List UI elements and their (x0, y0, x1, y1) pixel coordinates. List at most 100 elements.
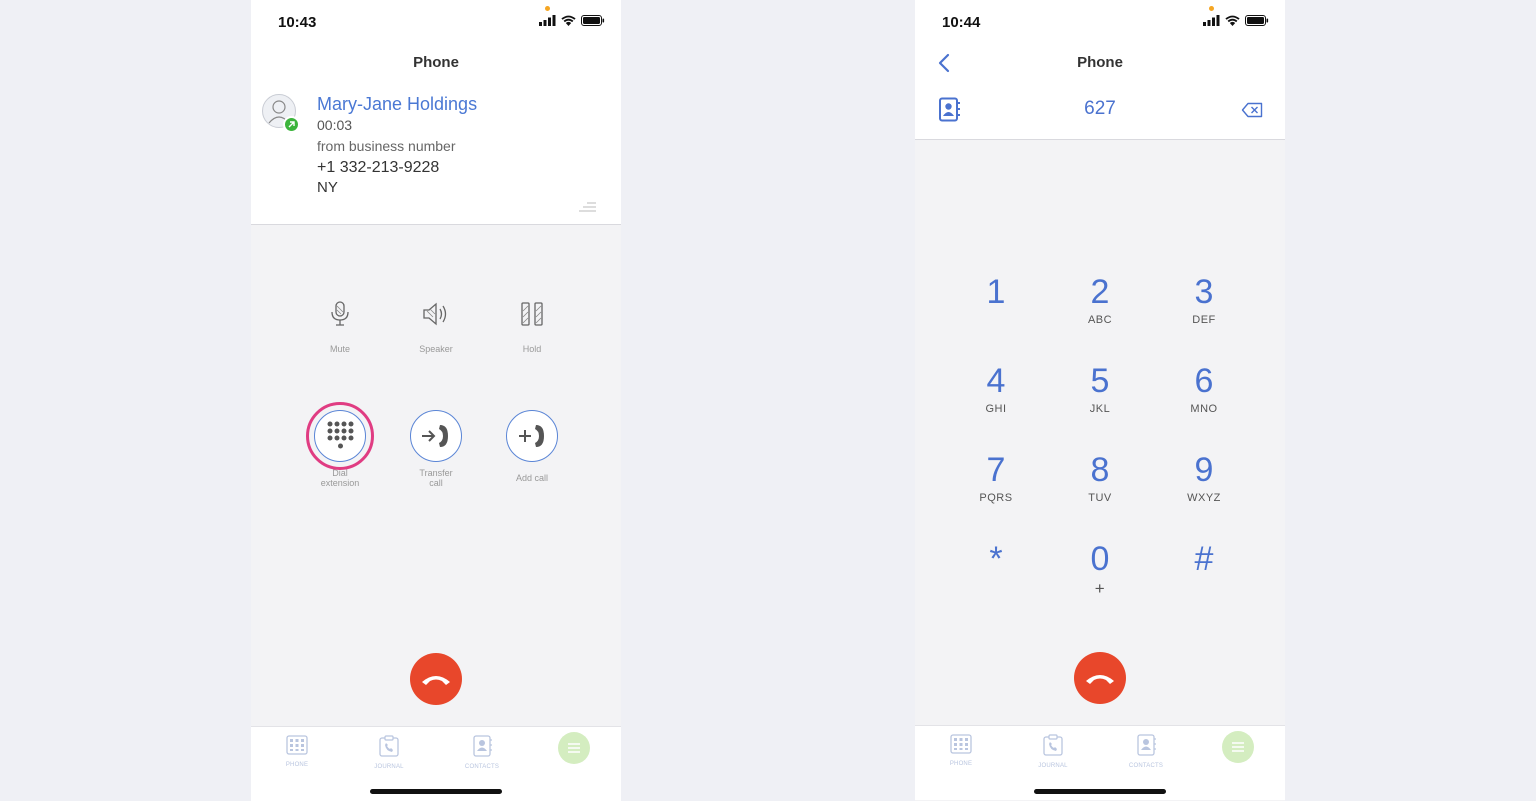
status-bar: 10:44 (915, 0, 1285, 42)
key-digit: 7 (986, 451, 1006, 489)
call-controls: Mute Speaker Hold (251, 294, 621, 354)
key-letters: TUV (1088, 492, 1112, 504)
dialpad-screen: 10:44 Phone 627 1 2 ABC 3 DEF 4 GHI 5 JKL 6 M… (915, 0, 1285, 801)
expand-handle-icon[interactable] (579, 202, 597, 212)
mute-label: Mute (329, 344, 350, 354)
call-source: from business number (317, 138, 456, 154)
signal-icon (1203, 15, 1220, 26)
battery-icon (581, 15, 605, 26)
add-call-action: Add call (484, 410, 580, 488)
call-info-card: Mary-Jane Holdings 00:03 from business n… (251, 84, 621, 225)
header: Phone (915, 42, 1285, 84)
tab-contacts-label: CONTACTS (464, 764, 500, 770)
hang-up-button[interactable] (1074, 652, 1126, 704)
key-letters: + (1094, 579, 1106, 598)
dialpad-grid-icon (286, 735, 308, 755)
dialed-number: 627 (1084, 98, 1116, 119)
add-call-icon (519, 425, 544, 447)
privacy-indicator-dot (1209, 6, 1214, 11)
dial-extension-action: Dial extension (292, 402, 388, 488)
status-bar: 10:43 (251, 0, 621, 42)
dial-extension-label-line2: extension (320, 478, 360, 488)
status-time: 10:43 (278, 14, 317, 31)
outgoing-call-badge (283, 116, 300, 133)
tab-phone[interactable]: PHONE (257, 735, 337, 768)
wifi-icon (561, 15, 576, 26)
hang-up-button[interactable] (410, 653, 462, 705)
page-title: Phone (413, 54, 459, 71)
key-star[interactable]: * (944, 539, 1048, 628)
transfer-call-button[interactable] (410, 410, 462, 462)
tab-phone[interactable]: PHONE (921, 734, 1001, 767)
add-call-label: Add call (515, 473, 549, 483)
transfer-call-icon (422, 425, 448, 447)
key-7[interactable]: 7 PQRS (944, 450, 1048, 539)
call-duration: 00:03 (317, 117, 353, 133)
header: Phone (251, 42, 621, 84)
key-digit: 0 (1090, 540, 1110, 578)
key-letters: WXYZ (1187, 492, 1221, 504)
key-5[interactable]: 5 JKL (1048, 361, 1152, 450)
dial-input[interactable]: 627 (915, 84, 1285, 140)
add-call-button[interactable] (506, 410, 558, 462)
key-9[interactable]: 9 WXYZ (1152, 450, 1256, 539)
key-letters: GHI (985, 403, 1007, 415)
key-digit: * (989, 540, 1003, 578)
key-8[interactable]: 8 TUV (1048, 450, 1152, 539)
key-6[interactable]: 6 MNO (1152, 361, 1256, 450)
key-letters: PQRS (979, 492, 1013, 504)
privacy-indicator-dot (545, 6, 550, 11)
tab-contacts-label: CONTACTS (1128, 763, 1164, 769)
menu-button[interactable] (1222, 731, 1254, 763)
key-digit: 6 (1194, 362, 1214, 400)
journal-icon (379, 735, 399, 757)
home-indicator (1034, 789, 1166, 794)
transfer-call-label-line2: call (429, 478, 443, 488)
key-digit: 8 (1090, 451, 1110, 489)
key-4[interactable]: 4 GHI (944, 361, 1048, 450)
key-digit: 4 (986, 362, 1006, 400)
mute-button[interactable]: Mute (292, 294, 388, 354)
menu-icon (568, 743, 580, 753)
microphone-icon (331, 301, 349, 326)
transfer-call-label-line1: Transfer (419, 468, 453, 478)
hold-button[interactable]: Hold (484, 294, 580, 354)
tab-journal[interactable]: JOURNAL (349, 735, 429, 770)
tab-phone-label: PHONE (285, 762, 309, 768)
menu-icon (1232, 742, 1244, 752)
page-title: Phone (1077, 54, 1123, 71)
wifi-icon (1225, 15, 1240, 26)
tab-contacts[interactable]: CONTACTS (442, 735, 522, 770)
keypad: 1 2 ABC 3 DEF 4 GHI 5 JKL 6 MNO 7 PQRS 8 TUV 9 W… (944, 272, 1256, 628)
key-letters: MNO (1190, 403, 1218, 415)
tab-journal-label: JOURNAL (374, 764, 404, 770)
call-actions: Dial extension Transfer call Add call (251, 402, 621, 488)
status-time: 10:44 (942, 14, 981, 31)
key-digit: # (1194, 540, 1214, 578)
in-call-screen: 10:43 Phone Mary-Jane Holdings 00:03 fro… (251, 0, 621, 801)
speaker-label: Speaker (419, 344, 453, 354)
battery-icon (1245, 15, 1269, 26)
key-hash[interactable]: # (1152, 539, 1256, 628)
key-1[interactable]: 1 (944, 272, 1048, 361)
tab-journal[interactable]: JOURNAL (1013, 734, 1093, 769)
key-2[interactable]: 2 ABC (1048, 272, 1152, 361)
transfer-call-action: Transfer call (388, 410, 484, 488)
key-letters: ABC (1087, 314, 1113, 326)
highlight-ring (306, 402, 374, 470)
dialpad-grid-icon (950, 734, 972, 754)
tab-contacts[interactable]: CONTACTS (1106, 734, 1186, 769)
backspace-icon[interactable] (1241, 102, 1263, 118)
menu-button[interactable] (558, 732, 590, 764)
speaker-button[interactable]: Speaker (388, 294, 484, 354)
tab-phone-label: PHONE (949, 761, 973, 767)
key-digit: 9 (1194, 451, 1214, 489)
key-letters: JKL (1089, 403, 1111, 415)
contact-name[interactable]: Mary-Jane Holdings (317, 94, 477, 115)
call-region: NY (317, 179, 338, 196)
key-digit: 1 (986, 273, 1006, 311)
journal-icon (1043, 734, 1063, 756)
pause-icon (521, 302, 543, 326)
key-3[interactable]: 3 DEF (1152, 272, 1256, 361)
key-0[interactable]: 0 + (1048, 539, 1152, 628)
